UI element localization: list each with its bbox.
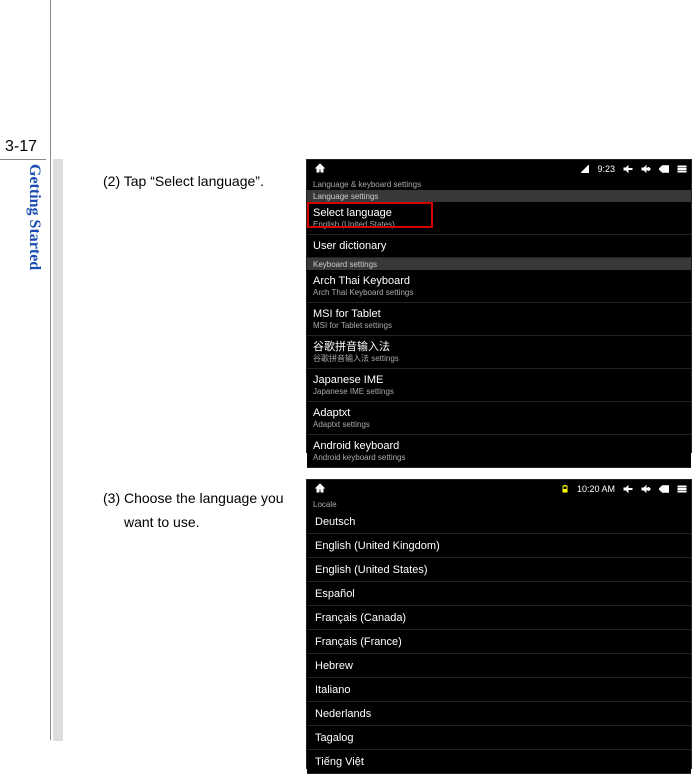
- menu-icon[interactable]: [677, 164, 687, 174]
- locale-row-espanol[interactable]: Español: [307, 582, 691, 606]
- volume-up-icon[interactable]: [641, 164, 651, 174]
- row-title: User dictionary: [313, 239, 685, 253]
- row-title: Arch Thai Keyboard: [313, 274, 685, 288]
- home-icon[interactable]: [315, 160, 325, 178]
- status-time: 10:20 AM: [577, 484, 615, 494]
- instruction-step-2: (2) Tap “Select language”.: [103, 170, 298, 194]
- row-keyboard-android[interactable]: Android keyboard Android keyboard settin…: [307, 435, 691, 468]
- locale-row-italiano[interactable]: Italiano: [307, 678, 691, 702]
- row-subtitle: Arch Thai Keyboard settings: [313, 288, 685, 298]
- locale-row-tieng-viet[interactable]: Tiếng Việt: [307, 750, 691, 774]
- section-header-language: Language settings: [307, 190, 691, 202]
- divider-horizontal: [0, 159, 46, 160]
- menu-icon[interactable]: [677, 484, 687, 494]
- row-subtitle: English (United States): [313, 220, 685, 230]
- side-shade: [53, 159, 63, 741]
- row-keyboard-adaptxt[interactable]: Adaptxt Adaptxt settings: [307, 402, 691, 435]
- locale-row-tagalog[interactable]: Tagalog: [307, 726, 691, 750]
- row-title: Japanese IME: [313, 373, 685, 387]
- row-subtitle: Android keyboard settings: [313, 453, 685, 463]
- back-icon[interactable]: [659, 164, 669, 174]
- row-user-dictionary[interactable]: User dictionary: [307, 235, 691, 258]
- status-time: 9:23: [597, 164, 615, 174]
- row-keyboard-msi[interactable]: MSI for Tablet MSI for Tablet settings: [307, 303, 691, 336]
- locale-row-english-us[interactable]: English (United States): [307, 558, 691, 582]
- row-keyboard-japanese-ime[interactable]: Japanese IME Japanese IME settings: [307, 369, 691, 402]
- volume-down-icon[interactable]: [623, 484, 633, 494]
- row-subtitle: Adaptxt settings: [313, 420, 685, 430]
- volume-up-icon[interactable]: [641, 484, 651, 494]
- battery-icon: [561, 485, 569, 493]
- status-bar: 9:23: [307, 160, 691, 178]
- screenshot-language-settings: 9:23 Language & keyboard settings Langua…: [306, 159, 692, 453]
- volume-down-icon[interactable]: [623, 164, 633, 174]
- locale-row-francais-fr[interactable]: Français (France): [307, 630, 691, 654]
- locale-row-nederlands[interactable]: Nederlands: [307, 702, 691, 726]
- row-subtitle: MSI for Tablet settings: [313, 321, 685, 331]
- home-icon[interactable]: [315, 480, 325, 498]
- row-keyboard-google-pinyin[interactable]: 谷歌拼音输入法 谷歌拼音输入法 settings: [307, 336, 691, 369]
- row-title: Adaptxt: [313, 406, 685, 420]
- locale-row-deutsch[interactable]: Deutsch: [307, 510, 691, 534]
- row-title: 谷歌拼音输入法: [313, 340, 685, 354]
- locale-row-english-uk[interactable]: English (United Kingdom): [307, 534, 691, 558]
- row-title: Select language: [313, 206, 685, 220]
- page-number: 3-17: [5, 138, 37, 156]
- instruction-step-3: (3) Choose the language you want to use.: [103, 487, 303, 535]
- breadcrumb: Language & keyboard settings: [307, 178, 691, 190]
- section-header-keyboard: Keyboard settings: [307, 258, 691, 270]
- row-title: Android keyboard: [313, 439, 685, 453]
- screenshot-locale-list: 10:20 AM Locale Deutsch English (United …: [306, 479, 692, 769]
- back-icon[interactable]: [659, 484, 669, 494]
- row-subtitle: 谷歌拼音输入法 settings: [313, 354, 685, 364]
- locale-row-francais-ca[interactable]: Français (Canada): [307, 606, 691, 630]
- locale-row-hebrew[interactable]: Hebrew: [307, 654, 691, 678]
- status-bar: 10:20 AM: [307, 480, 691, 498]
- divider-vertical: [50, 0, 51, 740]
- row-keyboard-arch-thai[interactable]: Arch Thai Keyboard Arch Thai Keyboard se…: [307, 270, 691, 303]
- breadcrumb: Locale: [307, 498, 691, 510]
- section-title: Getting Started: [25, 164, 43, 270]
- signal-icon: [581, 165, 589, 173]
- row-subtitle: Japanese IME settings: [313, 387, 685, 397]
- row-select-language[interactable]: Select language English (United States): [307, 202, 691, 235]
- row-title: MSI for Tablet: [313, 307, 685, 321]
